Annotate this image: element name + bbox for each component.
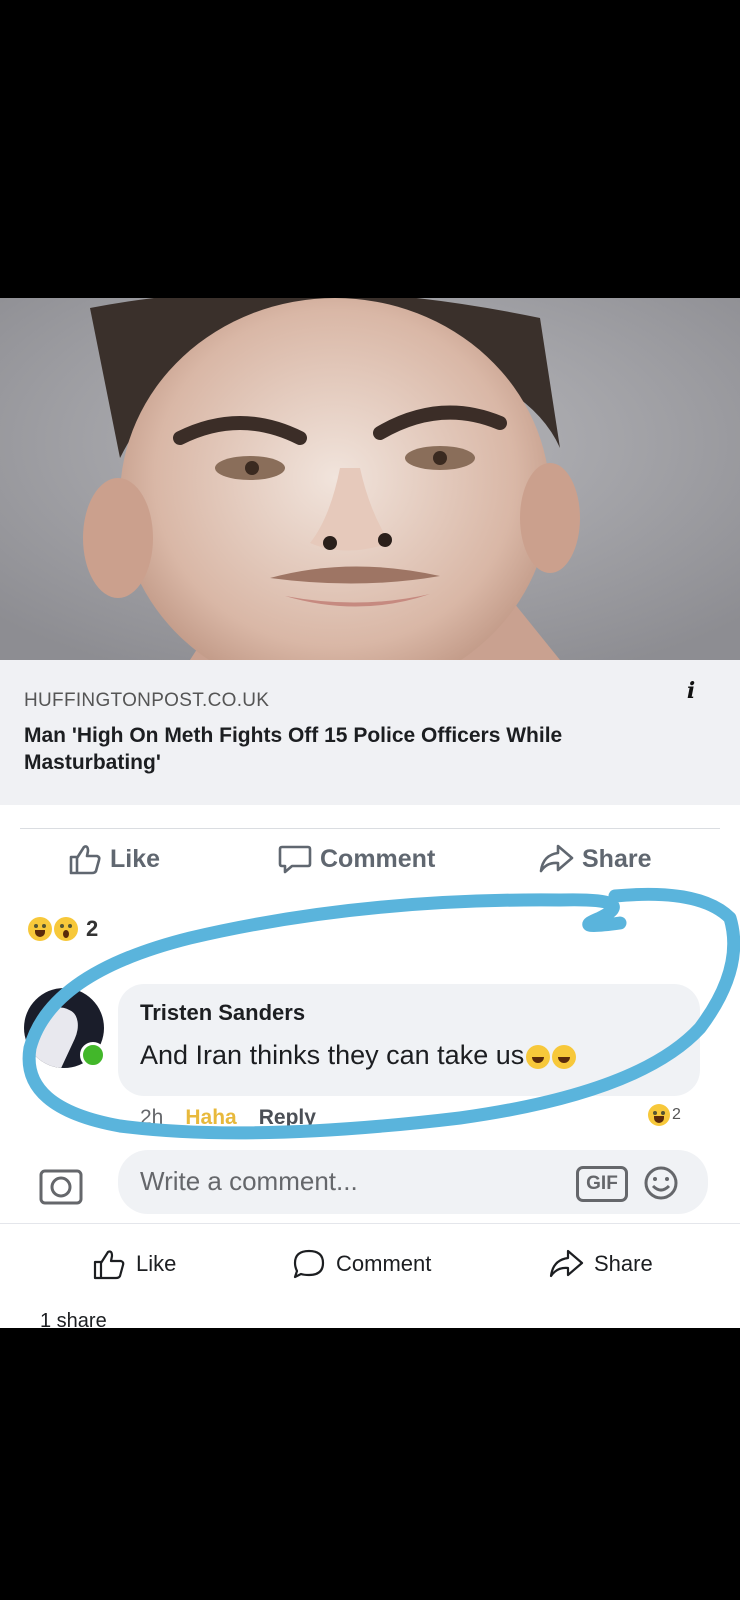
like-label: Like [110, 844, 161, 873]
outer-share-button[interactable]: Share [548, 1248, 653, 1280]
outer-share-label: Share [594, 1251, 653, 1276]
comment-label: Comment [320, 844, 436, 873]
comment-button[interactable]: Comment [278, 843, 435, 875]
outer-like-button[interactable]: Like [92, 1248, 176, 1280]
thumbs-up-icon [93, 1250, 125, 1280]
thumbs-up-icon [69, 845, 101, 875]
facebook-post-screenshot: HUFFINGTONPOST.CO.UK Man 'High On Meth F… [0, 298, 740, 1328]
share-count[interactable]: 1 share [40, 1310, 107, 1328]
camera-icon[interactable] [38, 1166, 84, 1206]
link-preview[interactable]: HUFFINGTONPOST.CO.UK Man 'High On Meth F… [0, 660, 740, 805]
share-button[interactable]: Share [538, 843, 651, 875]
comment-placeholder: Write a comment... [140, 1166, 358, 1196]
share-icon [549, 1249, 584, 1278]
link-title[interactable]: Man 'High On Meth Fights Off 15 Police O… [24, 722, 684, 776]
gif-button[interactable]: GIF [576, 1166, 628, 1202]
share-label: Share [582, 844, 652, 873]
outer-comment-button[interactable]: Comment [292, 1248, 431, 1280]
link-domain: HUFFINGTONPOST.CO.UK [24, 690, 270, 711]
comment-input[interactable]: Write a comment... GIF [118, 1150, 708, 1214]
emoji-icon[interactable] [642, 1164, 680, 1202]
comment-icon [293, 1249, 325, 1279]
blue-marker-circle [22, 887, 740, 1140]
article-photo[interactable] [0, 298, 740, 660]
outer-action-bar: Like Comment Share [0, 1223, 740, 1304]
info-icon[interactable]: i [680, 678, 702, 706]
share-icon [539, 844, 574, 873]
outer-like-label: Like [136, 1251, 177, 1276]
like-button[interactable]: Like [68, 843, 160, 875]
outer-comment-label: Comment [336, 1251, 432, 1276]
comment-icon [278, 845, 312, 874]
